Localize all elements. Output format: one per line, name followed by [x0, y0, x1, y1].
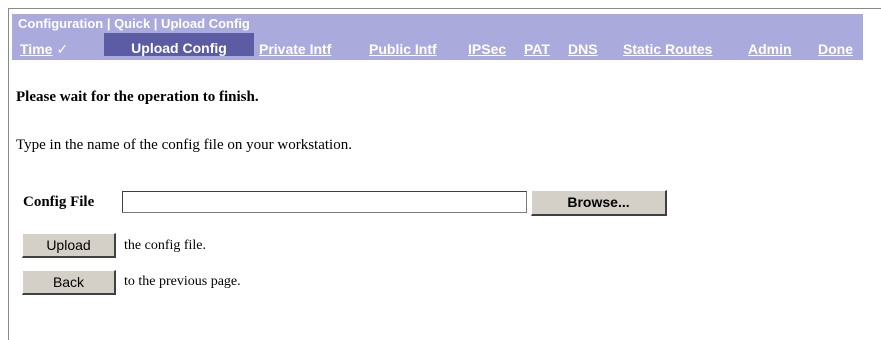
back-description: to the previous page. — [124, 274, 241, 289]
nav-done[interactable]: Done — [818, 41, 853, 57]
wait-message: Please wait for the operation to finish. — [16, 89, 259, 105]
nav-upload-config-active: Upload Config — [104, 33, 254, 56]
nav-public-intf[interactable]: Public Intf — [369, 41, 437, 57]
instruction-text: Type in the name of the config file on y… — [16, 137, 352, 153]
config-file-label: Config File — [23, 194, 95, 210]
breadcrumb: Configuration | Quick | Upload Config — [18, 16, 250, 31]
nav-time[interactable]: Time ✓ — [20, 41, 68, 58]
checkmark-icon: ✓ — [56, 42, 69, 58]
config-file-input[interactable] — [122, 191, 527, 213]
nav-static-routes[interactable]: Static Routes — [623, 41, 712, 57]
header-banner: Configuration | Quick | Upload Config Ti… — [12, 14, 863, 60]
nav-private-intf[interactable]: Private Intf — [259, 41, 331, 57]
browse-button[interactable]: Browse... — [531, 190, 667, 216]
nav-upload-config-label: Upload Config — [131, 40, 227, 56]
nav-time-label: Time — [20, 41, 53, 57]
nav-dns[interactable]: DNS — [568, 41, 598, 57]
back-button[interactable]: Back — [22, 270, 116, 295]
upload-button[interactable]: Upload — [22, 233, 116, 258]
wizard-nav: Time ✓ Upload Config Private Intf Public … — [12, 32, 863, 58]
upload-description: the config file. — [124, 238, 207, 253]
nav-ipsec[interactable]: IPSec — [468, 41, 506, 57]
nav-admin[interactable]: Admin — [748, 41, 792, 57]
nav-pat[interactable]: PAT — [524, 41, 550, 57]
